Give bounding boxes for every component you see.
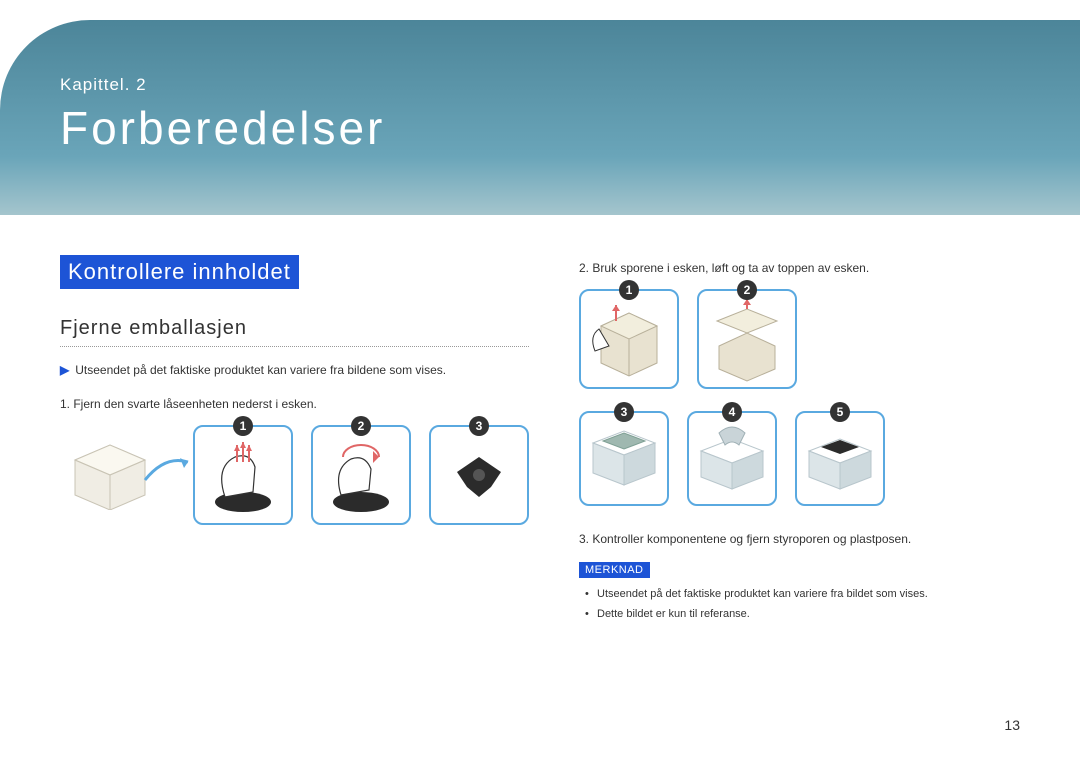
unwrap-icon (689, 413, 775, 504)
product-note: ▶ Utseendet på det faktiske produktet ka… (60, 363, 529, 377)
badge-r2: 2 (737, 280, 757, 300)
chapter-label: Kapittel. 2 (60, 75, 1080, 95)
step-1-frame-1: 1 (193, 425, 293, 525)
step-2-text: 2. Bruk sporene i esken, løft og ta av t… (579, 261, 1020, 275)
hand-rotate-icon (313, 427, 409, 523)
step-3-text: 3. Kontroller komponentene og fjern styr… (579, 532, 1020, 546)
section-heading: Kontrollere innholdet (60, 255, 299, 289)
step-1-text: 1. Fjern den svarte låseenheten nederst … (60, 397, 529, 411)
page-number: 13 (1004, 717, 1020, 733)
merknad-list: Utseendet på det faktiske produktet kan … (579, 588, 1020, 620)
foam-top-icon (581, 413, 667, 504)
merknad-label: MERKNAD (579, 562, 650, 578)
step-2-frame-1: 1 (579, 289, 679, 389)
left-column: Kontrollere innholdet Fjerne emballasjen… (60, 255, 529, 628)
chapter-title: Forberedelser (60, 101, 1080, 155)
step-2-figures-row1: 1 2 (579, 289, 1020, 389)
open-box-icon (581, 291, 677, 387)
box-illustration (60, 425, 175, 520)
badge-r5: 5 (830, 402, 850, 422)
step-2-frame-3: 3 (579, 411, 669, 506)
badge-1: 1 (233, 416, 253, 436)
step-1-figures: 1 2 (60, 425, 529, 525)
step-1-frame-3: 3 (429, 425, 529, 525)
note-text: Utseendet på det faktiske produktet kan … (75, 363, 446, 377)
badge-r3: 3 (614, 402, 634, 422)
arrow-icon (140, 450, 195, 490)
divider (60, 346, 529, 347)
monitor-in-foam-icon (797, 413, 883, 504)
note-marker-icon: ▶ (60, 363, 69, 377)
merknad-item: Dette bildet er kun til referanse. (597, 608, 1020, 620)
merknad-item: Utseendet på det faktiske produktet kan … (597, 588, 1020, 600)
badge-r1: 1 (619, 280, 639, 300)
hand-lock-icon (195, 427, 291, 523)
lock-piece-icon (431, 427, 527, 523)
step-2-frame-5: 5 (795, 411, 885, 506)
step-1-frame-2: 2 (311, 425, 411, 525)
sub-heading: Fjerne emballasjen (60, 317, 529, 340)
content-area: Kontrollere innholdet Fjerne emballasjen… (60, 255, 1020, 628)
step-2-frame-4: 4 (687, 411, 777, 506)
step-2-figures-row2: 3 4 5 (579, 411, 1020, 506)
badge-2: 2 (351, 416, 371, 436)
badge-r4: 4 (722, 402, 742, 422)
step-2-frame-2: 2 (697, 289, 797, 389)
chapter-banner: Kapittel. 2 Forberedelser (0, 20, 1080, 215)
right-column: 2. Bruk sporene i esken, løft og ta av t… (579, 255, 1020, 628)
lift-lid-icon (699, 291, 795, 387)
badge-3: 3 (469, 416, 489, 436)
